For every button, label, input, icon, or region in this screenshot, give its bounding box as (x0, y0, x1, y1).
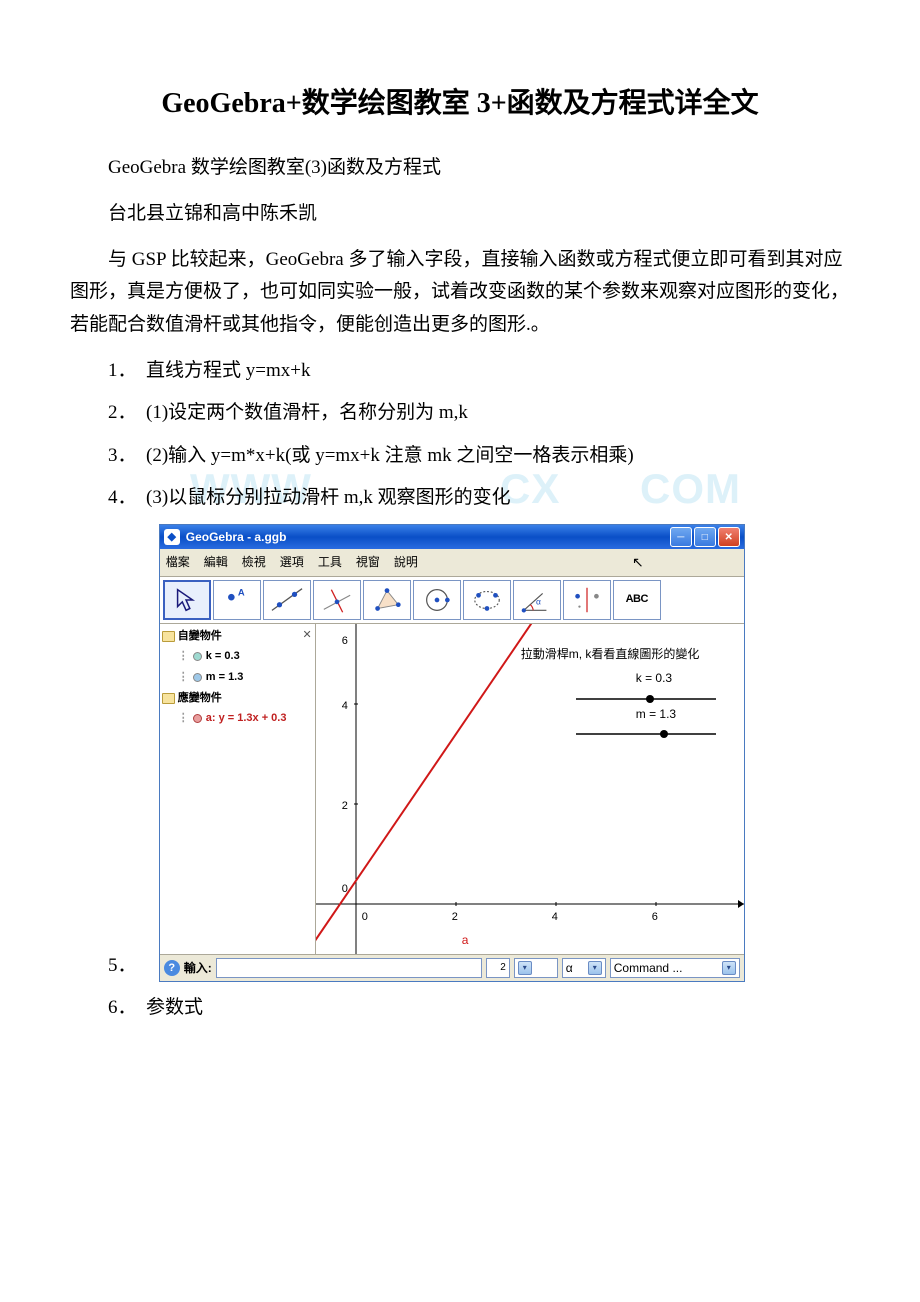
bullet-icon (193, 673, 202, 682)
svg-text:A: A (238, 586, 245, 597)
tool-angle[interactable]: α (513, 580, 561, 620)
input-label: 輸入: (184, 958, 212, 978)
panel-close-icon[interactable]: ✕ (303, 626, 312, 645)
tool-text[interactable]: ABC (613, 580, 661, 620)
window-titlebar[interactable]: ◆ GeoGebra - a.ggb ─ □ ✕ (160, 525, 744, 549)
command-dropdown[interactable]: Command ...▾ (610, 958, 740, 978)
axis-tick-label: 0 (342, 880, 348, 899)
menu-view[interactable]: 檢視 (242, 552, 266, 572)
axis-tick-label: 0 (362, 908, 368, 927)
alpha-dropdown[interactable]: α▾ (562, 958, 606, 978)
tool-circle[interactable] (413, 580, 461, 620)
window-title: GeoGebra - a.ggb (186, 527, 670, 547)
folder-icon (162, 631, 175, 642)
algebra-item-m[interactable]: ⋮m = 1.3 (162, 667, 313, 688)
folder-icon (162, 693, 175, 704)
chart-canvas (316, 624, 744, 954)
page-title: GeoGebra+数学绘图教室 3+函数及方程式详全文 (70, 80, 850, 128)
menu-file[interactable]: 檔案 (166, 552, 190, 572)
menu-tools[interactable]: 工具 (318, 552, 342, 572)
subtitle: GeoGebra 数学绘图教室(3)函数及方程式 (70, 152, 850, 184)
svg-text:α: α (536, 596, 541, 606)
list-item: 6．参数式 (108, 992, 850, 1024)
toolbar: A α ABC (160, 576, 744, 624)
slider-m-label: m = 1.3 (636, 704, 676, 724)
maximize-button[interactable]: □ (694, 527, 716, 547)
menu-edit[interactable]: 編輯 (204, 552, 228, 572)
list-item: 1．直线方程式 y=mx+k (108, 355, 850, 387)
input-bar: ? 輸入: 2 ▾ α▾ Command ...▾ (160, 954, 744, 981)
algebra-folder-independent[interactable]: 自變物件 (162, 626, 313, 647)
bullet-icon (193, 652, 202, 661)
numbered-list: WWW CX COM 1．直线方程式 y=mx+k 2．(1)设定两个数值滑杆，… (70, 355, 850, 1024)
algebra-item-equation[interactable]: ⋮a: y = 1.3x + 0.3 (162, 708, 313, 729)
list-item: 4．(3)以鼠标分别拉动滑杆 m,k 观察图形的变化 (108, 482, 850, 514)
minimize-button[interactable]: ─ (670, 527, 692, 547)
algebra-view[interactable]: ✕ 自變物件 ⋮k = 0.3 ⋮m = 1.3 應變物件 ⋮a: y = 1.… (160, 624, 316, 954)
help-icon[interactable]: ? (164, 960, 180, 976)
tool-conic[interactable] (463, 580, 511, 620)
menu-help[interactable]: 說明 (394, 552, 418, 572)
menu-window[interactable]: 視窗 (356, 552, 380, 572)
close-button[interactable]: ✕ (718, 527, 740, 547)
list-item: 3．(2)输入 y=m*x+k(或 y=mx+k 注意 mk 之间空一格表示相乘… (108, 440, 850, 472)
slider-k-label: k = 0.3 (636, 668, 672, 688)
line-label: a (462, 930, 469, 950)
algebra-item-k[interactable]: ⋮k = 0.3 (162, 646, 313, 667)
axis-tick-label: 2 (452, 908, 458, 927)
axis-tick-label: 4 (342, 697, 348, 716)
menu-options[interactable]: 選項 (280, 552, 304, 572)
list-item: 2．(1)设定两个数值滑杆，名称分别为 m,k (108, 397, 850, 429)
geogebra-window: ◆ GeoGebra - a.ggb ─ □ ✕ 檔案 編輯 檢視 選項 工具 … (159, 524, 745, 982)
tool-transform[interactable] (563, 580, 611, 620)
graphics-view[interactable]: 拉動滑桿m, k看看直線圖形的變化 k = 0.3 m = 1.3 0 2 4 … (316, 624, 744, 954)
app-icon: ◆ (164, 529, 180, 545)
command-input[interactable] (216, 958, 482, 978)
menu-bar: 檔案 編輯 檢視 選項 工具 視窗 說明 ↖ (160, 549, 744, 575)
symbol-dropdown[interactable]: ▾ (514, 958, 558, 978)
author-line: 台北县立锦和高中陈禾凯 (70, 198, 850, 230)
exponent-box[interactable]: 2 (486, 958, 510, 978)
axis-tick-label: 6 (652, 908, 658, 927)
axis-tick-label: 2 (342, 797, 348, 816)
axis-tick-label: 6 (342, 632, 348, 651)
graph-hint-text: 拉動滑桿m, k看看直線圖形的變化 (521, 644, 700, 664)
bullet-icon (193, 714, 202, 723)
axis-tick-label: 4 (552, 908, 558, 927)
tool-move[interactable] (163, 580, 211, 620)
tool-line[interactable] (263, 580, 311, 620)
intro-paragraph: 与 GSP 比较起来，GeoGebra 多了输入字段，直接输入函数或方程式便立即… (70, 244, 850, 341)
tool-point[interactable]: A (213, 580, 261, 620)
cursor-icon: ↖ (632, 551, 644, 575)
work-area: ✕ 自變物件 ⋮k = 0.3 ⋮m = 1.3 應變物件 ⋮a: y = 1.… (160, 624, 744, 954)
algebra-folder-dependent[interactable]: 應變物件 (162, 688, 313, 709)
list-item-screenshot: 5． ◆ GeoGebra - a.ggb ─ □ ✕ 檔案 編輯 檢視 選項 … (108, 524, 850, 982)
tool-perpendicular[interactable] (313, 580, 361, 620)
tool-polygon[interactable] (363, 580, 411, 620)
